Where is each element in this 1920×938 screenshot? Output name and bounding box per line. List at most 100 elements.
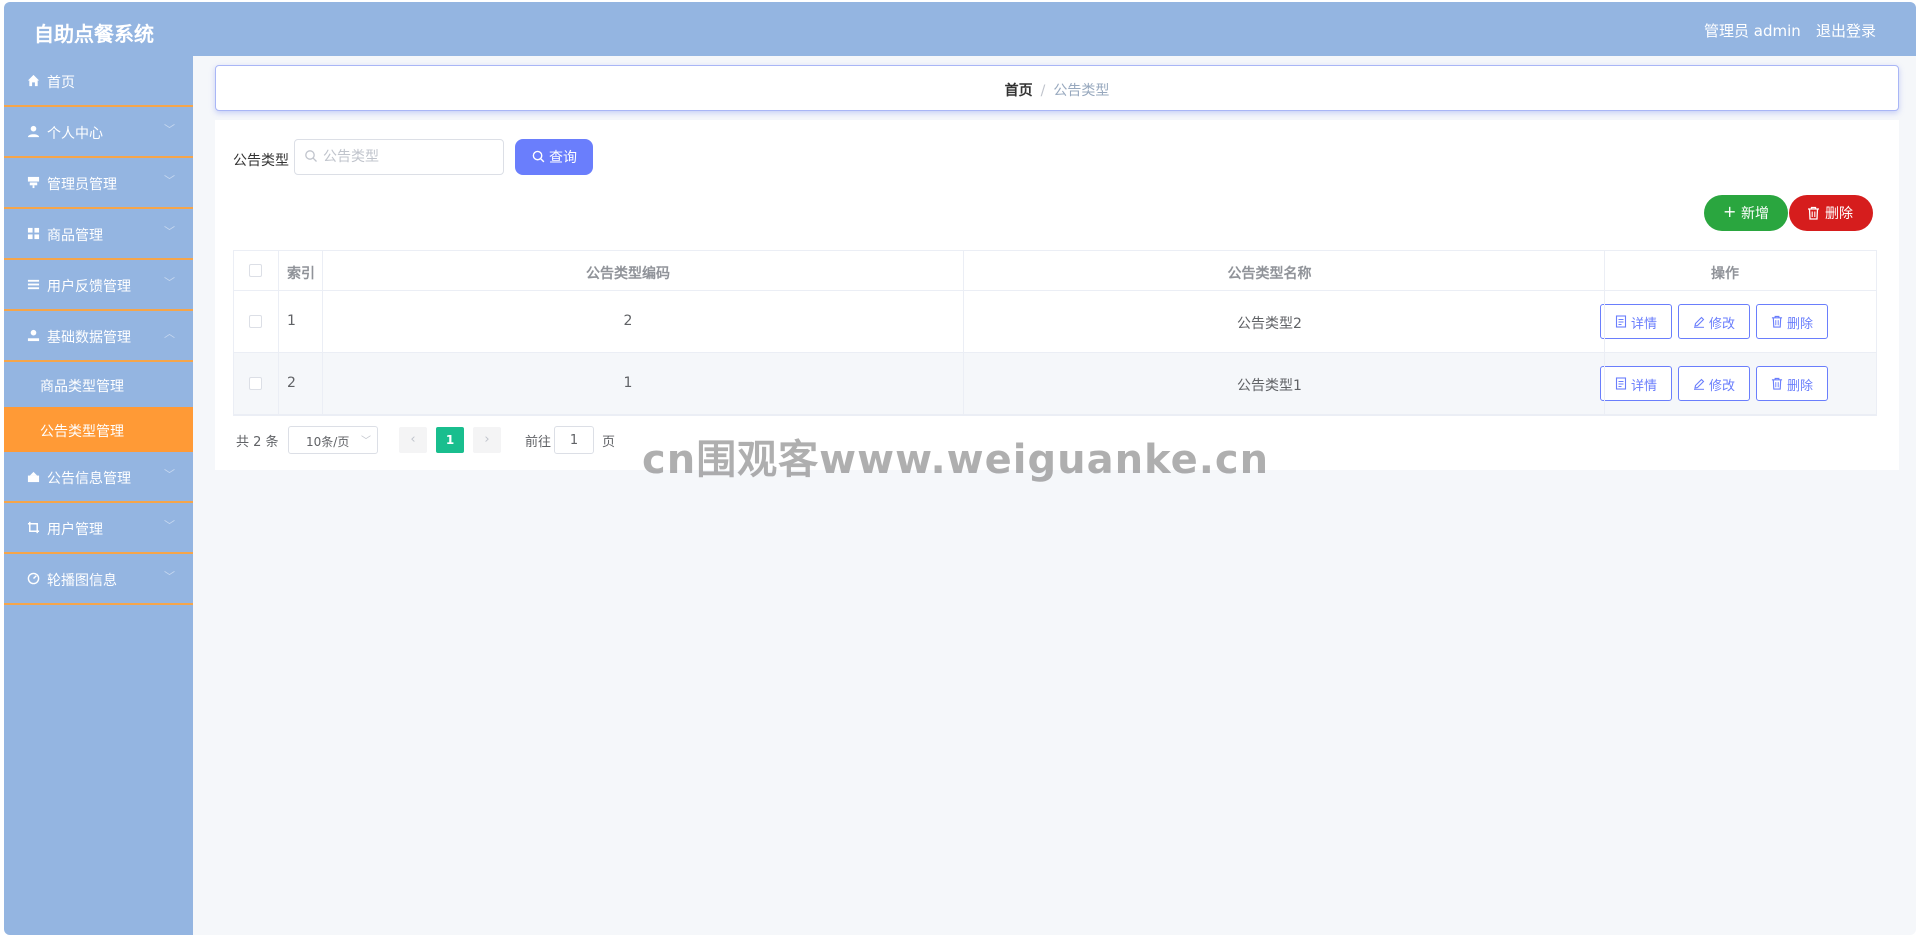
table-row: 2 1 公告类型1 详情 修改 删除 — [234, 353, 1876, 415]
admin-icon — [26, 176, 40, 190]
sidebar-item-label: 用户反馈管理 — [47, 279, 131, 295]
document-icon — [1615, 377, 1627, 390]
chevron-down-icon: ﹀ — [164, 468, 175, 481]
app-title: 自助点餐系统 — [34, 22, 154, 46]
next-page-button[interactable]: › — [473, 427, 501, 453]
detail-button-label: 详情 — [1631, 317, 1658, 332]
sidebar-subitem-label: 公告类型管理 — [40, 424, 124, 440]
pagination-total: 共 2 条 — [236, 435, 279, 450]
chevron-down-icon: ﹀ — [164, 519, 175, 532]
sidebar-item-carousel[interactable]: 轮播图信息 ﹀ — [4, 554, 193, 605]
column-divider — [963, 251, 964, 415]
row-delete-button[interactable]: 删除 — [1756, 304, 1828, 339]
edit-button[interactable]: 修改 — [1678, 304, 1750, 339]
user-icon — [26, 125, 40, 139]
breadcrumb-separator: / — [1040, 83, 1046, 99]
add-button-label: 新增 — [1741, 206, 1769, 222]
column-divider — [322, 251, 323, 415]
main-panel: 公告类型 查询 + 新增 删除 索引 — [215, 120, 1899, 470]
chevron-down-icon: ﹀ — [361, 436, 371, 447]
table-row: 1 2 公告类型2 详情 修改 删除 — [234, 291, 1876, 353]
edit-button[interactable]: 修改 — [1678, 366, 1750, 401]
row-checkbox[interactable] — [249, 377, 262, 390]
sidebar-item-goods[interactable]: 商品管理 ﹀ — [4, 209, 193, 260]
logout-link[interactable]: 退出登录 — [1816, 20, 1876, 41]
select-all-checkbox[interactable] — [249, 264, 262, 277]
sidebar-item-feedback[interactable]: 用户反馈管理 ﹀ — [4, 260, 193, 311]
sidebar-item-admin[interactable]: 管理员管理 ﹀ — [4, 158, 193, 209]
add-button[interactable]: + 新增 — [1704, 195, 1788, 231]
top-bar: 自助点餐系统 管理员 admin 退出登录 — [4, 2, 1916, 56]
sidebar-item-label: 首页 — [47, 75, 75, 91]
detail-button[interactable]: 详情 — [1600, 304, 1672, 339]
sidebar-item-profile[interactable]: 个人中心 ﹀ — [4, 107, 193, 158]
document-icon — [1615, 315, 1627, 328]
chevron-down-icon: ﹀ — [164, 570, 175, 583]
sidebar-subitem-notice-type[interactable]: 公告类型管理 — [4, 407, 193, 452]
chevron-down-icon: ﹀ — [164, 225, 175, 238]
goto-label: 前往 — [525, 435, 552, 450]
search-icon — [304, 149, 318, 163]
row-delete-label: 删除 — [1787, 317, 1814, 332]
detail-button[interactable]: 详情 — [1600, 366, 1672, 401]
query-button-label: 查询 — [549, 150, 577, 166]
column-divider — [1604, 251, 1605, 415]
crop-icon — [26, 521, 40, 535]
edit-button-label: 修改 — [1709, 379, 1736, 394]
table-header: 索引 公告类型编码 公告类型名称 操作 — [234, 251, 1876, 291]
sidebar-item-label: 管理员管理 — [47, 177, 117, 193]
row-delete-label: 删除 — [1787, 379, 1814, 394]
sidebar-item-label: 基础数据管理 — [47, 330, 131, 346]
announce-icon — [26, 470, 40, 484]
page-size-select[interactable]: 10条/页 ﹀ — [288, 426, 378, 454]
row-name: 公告类型2 — [1237, 316, 1302, 332]
chevron-up-icon: ︿ — [164, 327, 175, 340]
batch-delete-label: 删除 — [1825, 206, 1853, 222]
current-user: 管理员 admin — [1704, 22, 1801, 40]
list-icon — [26, 278, 40, 292]
query-button[interactable]: 查询 — [515, 139, 593, 175]
page-size-value: 10条/页 — [306, 435, 350, 449]
column-divider — [278, 251, 279, 415]
sidebar-item-notice-info[interactable]: 公告信息管理 ﹀ — [4, 452, 193, 503]
edit-icon — [1693, 315, 1705, 328]
page-number-current[interactable]: 1 — [436, 427, 464, 453]
row-name: 公告类型1 — [1237, 378, 1302, 394]
column-header-actions: 操作 — [1711, 266, 1739, 282]
page-suffix: 页 — [602, 435, 616, 450]
row-index: 1 — [287, 313, 296, 329]
search-icon — [532, 150, 545, 163]
dashboard-icon — [26, 572, 40, 586]
breadcrumb-home[interactable]: 首页 — [1005, 83, 1033, 99]
sidebar-subitem-label: 商品类型管理 — [40, 379, 124, 395]
page-jump-input[interactable] — [554, 426, 594, 454]
sidebar-item-label: 商品管理 — [47, 228, 103, 244]
grid-icon — [26, 227, 40, 241]
sidebar-item-label: 轮播图信息 — [47, 573, 117, 589]
sidebar-item-basic-data[interactable]: 基础数据管理 ︿ — [4, 311, 193, 362]
row-code: 1 — [623, 375, 633, 391]
watermark: cn围观客www.weiguanke.cn — [642, 437, 1270, 483]
batch-delete-button[interactable]: 删除 — [1789, 195, 1873, 231]
sidebar-item-users[interactable]: 用户管理 ﹀ — [4, 503, 193, 554]
sidebar-item-label: 个人中心 — [47, 126, 103, 142]
trash-icon — [1771, 377, 1783, 390]
filter-label: 公告类型 — [233, 153, 289, 169]
trash-icon — [1771, 315, 1783, 328]
row-delete-button[interactable]: 删除 — [1756, 366, 1828, 401]
person-icon — [26, 329, 40, 343]
search-input[interactable] — [323, 141, 498, 173]
home-icon — [26, 74, 40, 88]
row-code: 2 — [623, 313, 633, 329]
column-header-code: 公告类型编码 — [586, 266, 670, 282]
sidebar-subitem-goods-type[interactable]: 商品类型管理 — [4, 362, 193, 407]
edit-icon — [1693, 377, 1705, 390]
prev-page-button[interactable]: ‹ — [399, 427, 427, 453]
breadcrumb: 首页 / 公告类型 — [215, 65, 1899, 111]
app-frame: 自助点餐系统 管理员 admin 退出登录 首页 个人中心 ﹀ 管理员管理 ﹀ — [4, 2, 1916, 935]
sidebar-item-home[interactable]: 首页 — [4, 56, 193, 107]
chevron-down-icon: ﹀ — [164, 123, 175, 136]
row-checkbox[interactable] — [249, 315, 262, 328]
chevron-down-icon: ﹀ — [164, 276, 175, 289]
search-field[interactable] — [294, 139, 504, 175]
